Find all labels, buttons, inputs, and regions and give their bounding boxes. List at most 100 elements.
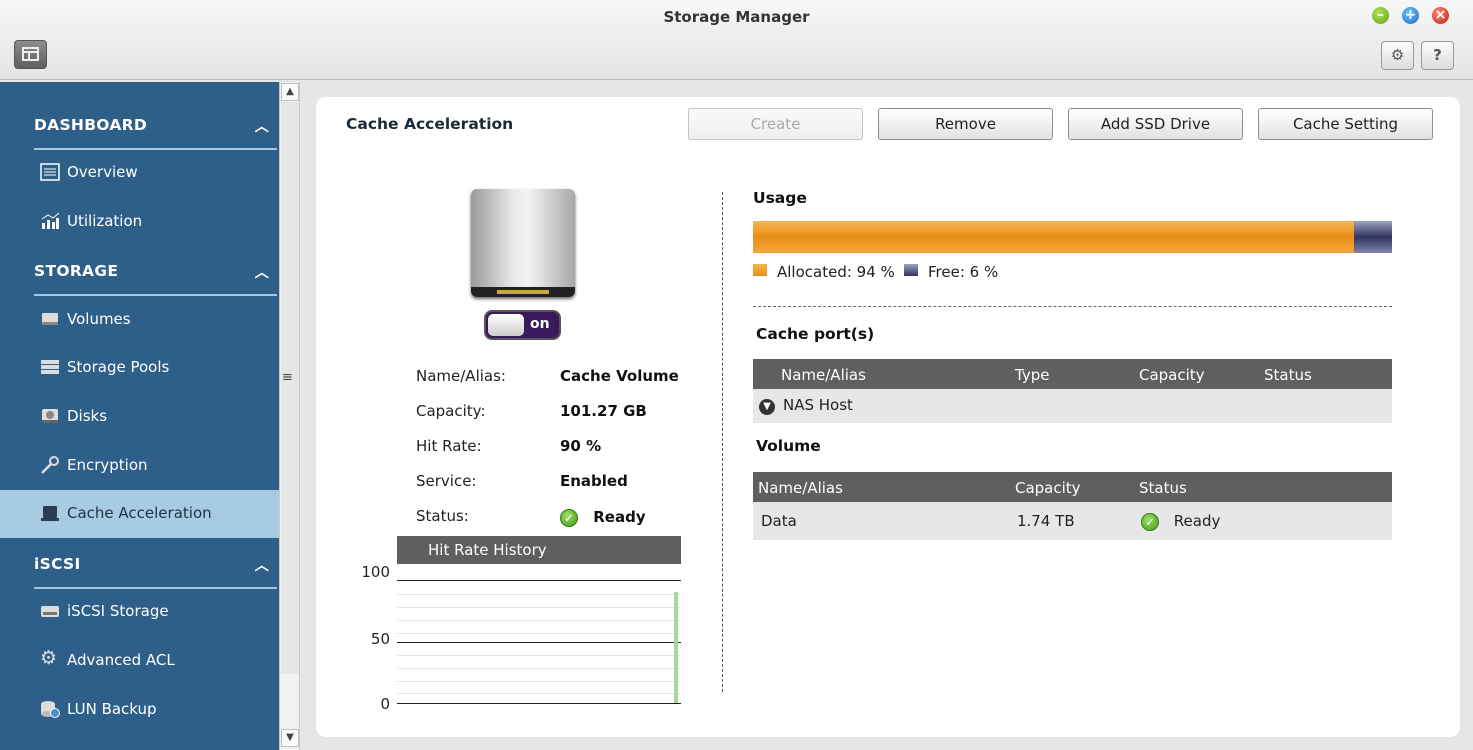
cache-setting-button[interactable]: Cache Setting: [1258, 108, 1433, 140]
sidebar-item-label: Volumes: [67, 310, 131, 328]
column-header[interactable]: Capacity: [1139, 366, 1205, 384]
grid-line: [397, 642, 681, 643]
key-icon: [41, 456, 59, 474]
cache-port-name: NAS Host: [783, 396, 853, 414]
volume-status: ✓ Ready: [1141, 512, 1220, 531]
expand-icon[interactable]: ▼: [759, 397, 775, 415]
sidebar-item-label: Cache Acceleration: [67, 504, 212, 522]
scrollbar-thumb[interactable]: [281, 102, 299, 674]
scroll-down-arrow[interactable]: ▼: [281, 729, 299, 747]
volume-name: Data: [761, 512, 797, 530]
add-ssd-drive-button[interactable]: Add SSD Drive: [1068, 108, 1243, 140]
volume-icon: [42, 313, 58, 325]
toggle-knob: [488, 314, 524, 336]
sidebar-item-advanced-acl[interactable]: ⚙ Advanced ACL: [0, 637, 279, 685]
grid-line: [397, 594, 681, 595]
sidebar-item-overview[interactable]: Overview: [0, 149, 279, 197]
sidebar-item-label: Overview: [67, 163, 138, 181]
grid-line: [397, 668, 681, 669]
chevron-up-icon[interactable]: ︿: [255, 555, 269, 575]
table-row[interactable]: ▼ NAS Host: [753, 389, 1392, 423]
status-text: Ready: [593, 508, 646, 526]
check-icon: ✓: [1141, 512, 1159, 531]
grid-line: [397, 703, 681, 704]
ssd-drive-image: [471, 189, 575, 297]
help-icon: ?: [1433, 46, 1442, 64]
section-label: DASHBOARD: [34, 116, 148, 134]
hit-rate-history-header: Hit Rate History: [397, 536, 681, 564]
sidebar-item-utilization[interactable]: Utilization: [0, 198, 279, 246]
overview-icon: [40, 163, 60, 181]
maximize-button[interactable]: +: [1402, 7, 1419, 24]
sidebar-item-iscsi-storage[interactable]: iSCSI Storage: [0, 588, 279, 636]
column-header[interactable]: Type: [1015, 366, 1049, 384]
scroll-up-arrow[interactable]: ▲: [281, 83, 299, 101]
sidebar-item-disks[interactable]: Disks: [0, 393, 279, 441]
service-label: Service:: [416, 472, 477, 490]
table-row[interactable]: Data 1.74 TB ✓ Ready: [753, 502, 1392, 540]
cache-toggle-switch[interactable]: on: [484, 310, 561, 340]
volume-capacity: 1.74 TB: [1017, 512, 1075, 530]
section-iscsi[interactable]: iSCSI ︿: [34, 555, 277, 585]
sidebar-item-label: LUN Backup: [67, 700, 157, 718]
cache-acceleration-panel: Cache Acceleration Create Remove Add SSD…: [316, 97, 1460, 737]
gear-icon: ⚙: [40, 647, 58, 669]
service-value: Enabled: [560, 472, 628, 490]
y-tick-label: 100: [361, 563, 390, 581]
help-button[interactable]: ?: [1421, 41, 1454, 70]
lun-backup-icon: [41, 701, 60, 718]
section-storage[interactable]: STORAGE ︿: [34, 262, 277, 292]
sidebar: DASHBOARD ︿ Overview Utilization STORAGE…: [0, 82, 279, 750]
sidebar-item-storage-pools[interactable]: Storage Pools: [0, 344, 279, 392]
chevron-up-icon[interactable]: ︿: [255, 116, 269, 136]
allocated-legend-label: Allocated: 94 %: [777, 263, 895, 281]
section-divider: [753, 306, 1392, 307]
column-header[interactable]: Status: [1139, 479, 1187, 497]
grid-line: [397, 681, 681, 682]
title-bar: Storage Manager – + × ⚙ ?: [0, 0, 1473, 80]
iscsi-storage-icon: [41, 606, 59, 617]
usage-free-segment: [1354, 221, 1392, 253]
sidebar-item-lun-backup[interactable]: LUN Backup: [0, 686, 279, 734]
column-header[interactable]: Status: [1264, 366, 1312, 384]
free-legend-swatch: [904, 264, 918, 276]
y-tick-label: 0: [380, 695, 390, 713]
usage-bar: [753, 221, 1392, 253]
volume-title: Volume: [756, 437, 821, 455]
gear-icon: ⚙: [1390, 46, 1405, 64]
y-tick-label: 50: [370, 630, 390, 648]
column-header[interactable]: Name/Alias: [758, 479, 843, 497]
sidebar-scrollbar[interactable]: ▲ ≡ ▼: [279, 82, 300, 750]
allocated-legend-swatch: [753, 264, 767, 276]
sidebar-item-volumes[interactable]: Volumes: [0, 296, 279, 344]
column-header[interactable]: Name/Alias: [781, 366, 866, 384]
section-dashboard[interactable]: DASHBOARD ︿: [34, 116, 277, 146]
sidebar-item-label: Encryption: [67, 456, 148, 474]
panel-toggle-button[interactable]: [14, 40, 47, 69]
cache-ports-table-header: Name/Alias Type Capacity Status: [753, 359, 1392, 389]
column-header[interactable]: Capacity: [1015, 479, 1081, 497]
sidebar-item-cache-acceleration[interactable]: Cache Acceleration: [0, 490, 279, 538]
volume-table-header: Name/Alias Capacity Status: [753, 472, 1392, 502]
usage-title: Usage: [753, 189, 807, 207]
create-button[interactable]: Create: [688, 108, 863, 140]
sidebar-item-encryption[interactable]: Encryption: [0, 442, 279, 490]
free-legend-label: Free: 6 %: [928, 263, 999, 281]
scrollbar-grip-icon[interactable]: ≡: [282, 370, 293, 385]
hit-rate-label: Hit Rate:: [416, 437, 482, 455]
window-title: Storage Manager: [663, 8, 810, 26]
utilization-icon: [41, 212, 60, 229]
status-value: ✓ Ready: [560, 508, 646, 527]
grid-line: [397, 620, 681, 621]
grid-line: [397, 693, 681, 694]
sidebar-item-label: Advanced ACL: [67, 651, 175, 669]
remove-button[interactable]: Remove: [878, 108, 1053, 140]
sidebar-item-label: Utilization: [67, 212, 143, 230]
settings-button[interactable]: ⚙: [1381, 41, 1414, 70]
sidebar-item-label: Storage Pools: [67, 358, 170, 376]
panel-icon: [22, 47, 39, 61]
minimize-button[interactable]: –: [1372, 7, 1389, 24]
chevron-up-icon[interactable]: ︿: [255, 262, 269, 282]
close-button[interactable]: ×: [1432, 7, 1449, 24]
section-label: iSCSI: [34, 555, 81, 573]
